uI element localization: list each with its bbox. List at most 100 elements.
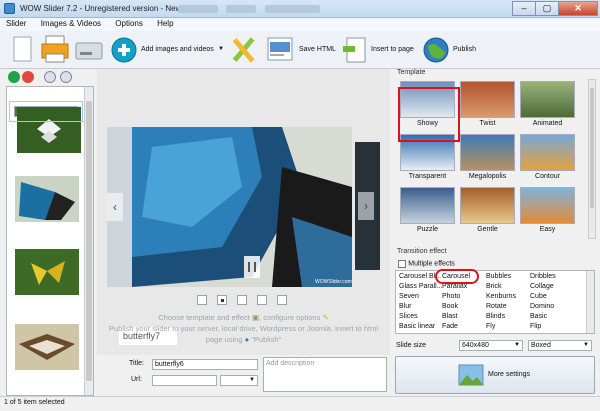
url-input[interactable] [152,375,217,386]
insert-to-page-button[interactable]: Insert to page [341,34,417,66]
minimize-button[interactable]: – [512,1,536,16]
next-slide-peek: › [355,142,380,270]
menu-images-videos[interactable]: Images & Videos [35,18,107,29]
template-gentle[interactable]: Gentle [460,187,515,235]
effect-item[interactable]: Collage [530,283,554,290]
new-slider-button[interactable] [10,34,36,66]
effect-item[interactable]: Blast [442,313,458,320]
menu-slider[interactable]: Slider [0,18,32,29]
close-button[interactable]: ✕ [558,1,598,16]
effect-item[interactable]: Brick [486,283,502,290]
scrollbar-thumb[interactable] [86,101,92,381]
template-thumbnail [520,134,575,171]
publish-button[interactable]: Publish [422,34,482,66]
bullet-3[interactable] [237,295,247,305]
template-thumbnail [400,187,455,224]
template-megalopolis[interactable]: Megalopolis [460,134,515,182]
selected-effect-highlight [435,269,479,284]
layout-mode-select[interactable]: Boxed ▼ [528,340,592,351]
pause-button[interactable] [244,256,260,278]
next-arrow-button[interactable]: › [358,192,374,220]
bullet-1[interactable] [197,295,207,305]
open-slider-button[interactable] [40,34,70,66]
configure-button[interactable] [228,34,260,66]
save-html-button[interactable]: Save HTML [266,34,336,66]
effect-item[interactable]: Flip [530,323,541,330]
template-name: Gentle [477,226,498,233]
url-target-select[interactable]: ▼ [220,375,258,386]
effect-item[interactable]: Photo [442,293,460,300]
effect-item[interactable]: Fade [442,323,458,330]
template-easy[interactable]: Easy [520,187,575,235]
slides-panel [6,69,94,396]
template-twist[interactable]: Twist [460,81,515,129]
effect-item[interactable]: Dribbles [530,273,556,280]
template-name: Contour [535,173,560,180]
template-thumbnail [460,134,515,171]
add-dropdown-arrow-icon[interactable]: ▼ [218,46,224,52]
effect-item[interactable]: Blinds [486,313,505,320]
new-document-icon [13,36,32,62]
globe-mini-icon: ● [244,335,250,344]
effect-item[interactable]: Book [442,303,458,310]
bullet-2[interactable] [217,295,227,305]
effect-item[interactable]: Rotate [486,303,507,310]
slide-thumbnail[interactable] [14,248,79,295]
multiple-effects-checkbox[interactable] [398,259,406,268]
scrollbar-thumb[interactable] [590,88,594,208]
help-text: Choose template and effect ▣, configure … [97,312,390,345]
help-line3b: "Publish" [251,335,282,344]
publish-label: Publish [453,46,476,53]
title-input[interactable]: butterfly6 [152,359,258,370]
effect-item[interactable]: Blur [399,303,411,310]
slide-thumbnail[interactable] [14,323,79,370]
preview-stage: WOWSlider.com butterfly7 ‹ [107,127,352,345]
more-settings-label: More settings [488,371,531,378]
effect-item[interactable]: Fly [486,323,495,330]
add-images-button[interactable]: Add images and videos ▼ [110,34,230,66]
remove-slide-icon[interactable] [22,71,34,83]
slide-size-select[interactable]: 640x480 ▼ [459,340,523,351]
rotate-left-icon[interactable] [44,71,56,83]
window-title: WOW Slider 7.2 - Unregistered version - … [20,4,205,13]
help-line1-b: , configure options [259,313,321,322]
slide-thumbnail[interactable] [9,101,83,153]
selected-template-highlight [398,87,460,142]
bullet-4[interactable] [257,295,267,305]
save-slider-button[interactable] [74,34,104,66]
effect-item[interactable]: Glass Parall... [399,283,443,290]
window-controls: – ▢ ✕ [512,1,598,16]
title-label: Title: [129,360,144,367]
effect-item[interactable]: Parallax [442,283,467,290]
effect-item[interactable]: Bubbles [486,273,511,280]
slide-thumbnail[interactable] [14,175,79,222]
menu-options[interactable]: Options [109,18,149,29]
active-bullet-dot [221,299,224,302]
effect-item[interactable]: Basic [530,313,547,320]
menu-help[interactable]: Help [151,18,179,29]
effect-item[interactable]: Slices [399,313,418,320]
effect-item[interactable]: Basic linear [399,323,435,330]
drive-icon [75,42,103,60]
description-input[interactable]: Add description [263,357,387,392]
more-settings-button[interactable]: More settings [395,356,595,394]
bullet-5[interactable] [277,295,287,305]
effect-item[interactable]: Seven [399,293,419,300]
effect-item[interactable]: Cube [530,293,547,300]
rotate-right-icon[interactable] [60,71,72,83]
effects-scrollbar[interactable] [586,271,594,333]
template-scrollbar[interactable] [588,79,596,239]
maximize-button[interactable]: ▢ [535,1,559,16]
template-thumbnail [460,187,515,224]
effect-item[interactable]: Domino [530,303,554,310]
add-slide-icon[interactable] [8,71,20,83]
slide-properties: Title: butterfly6 Url: ▼ Add description [97,355,390,396]
thumbnail-list [6,86,94,396]
template-puzzle[interactable]: Puzzle [400,187,455,235]
template-contour[interactable]: Contour [520,134,575,182]
thumbnails-scrollbar[interactable] [84,87,93,395]
prev-arrow-button[interactable]: ‹ [107,193,123,221]
slide-size-label: Slide size [396,342,426,349]
effect-item[interactable]: Kenburns [486,293,516,300]
template-animated[interactable]: Animated [520,81,575,129]
